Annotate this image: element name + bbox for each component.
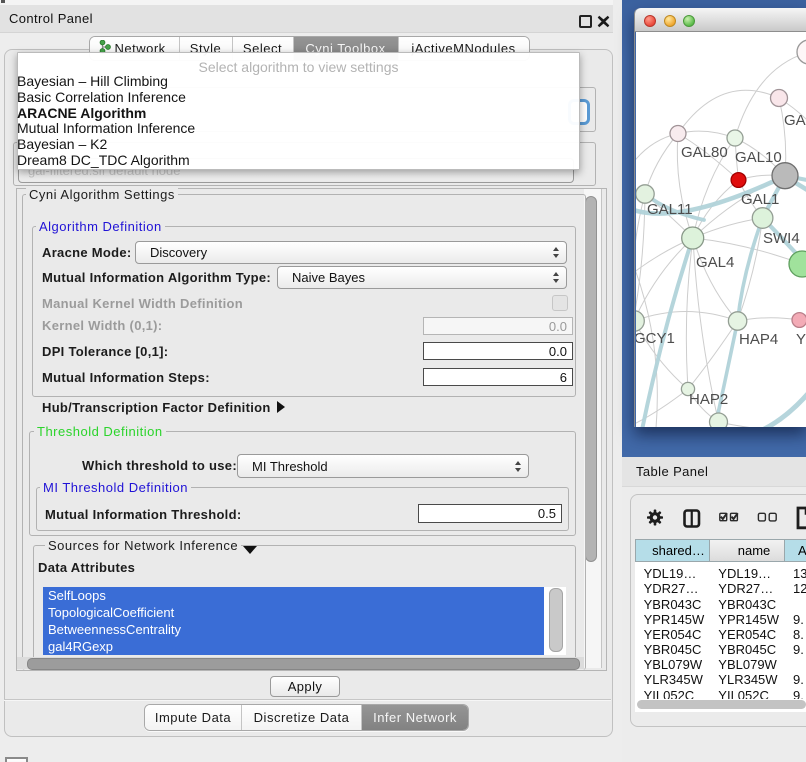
svg-text:Y: Y (796, 331, 806, 348)
svg-text:HAP2: HAP2 (689, 391, 728, 408)
svg-text:GAL1: GAL1 (741, 191, 779, 208)
svg-text:GAL11: GAL11 (647, 201, 693, 218)
svg-text:SWI4: SWI4 (763, 230, 800, 247)
svg-text:GCY1: GCY1 (636, 330, 675, 347)
svg-text:GAL: GAL (784, 112, 806, 129)
svg-text:GAL10: GAL10 (735, 149, 782, 166)
svg-text:GAL80: GAL80 (681, 144, 728, 161)
svg-text:GAL4: GAL4 (696, 254, 734, 271)
svg-text:HAP4: HAP4 (739, 331, 778, 348)
